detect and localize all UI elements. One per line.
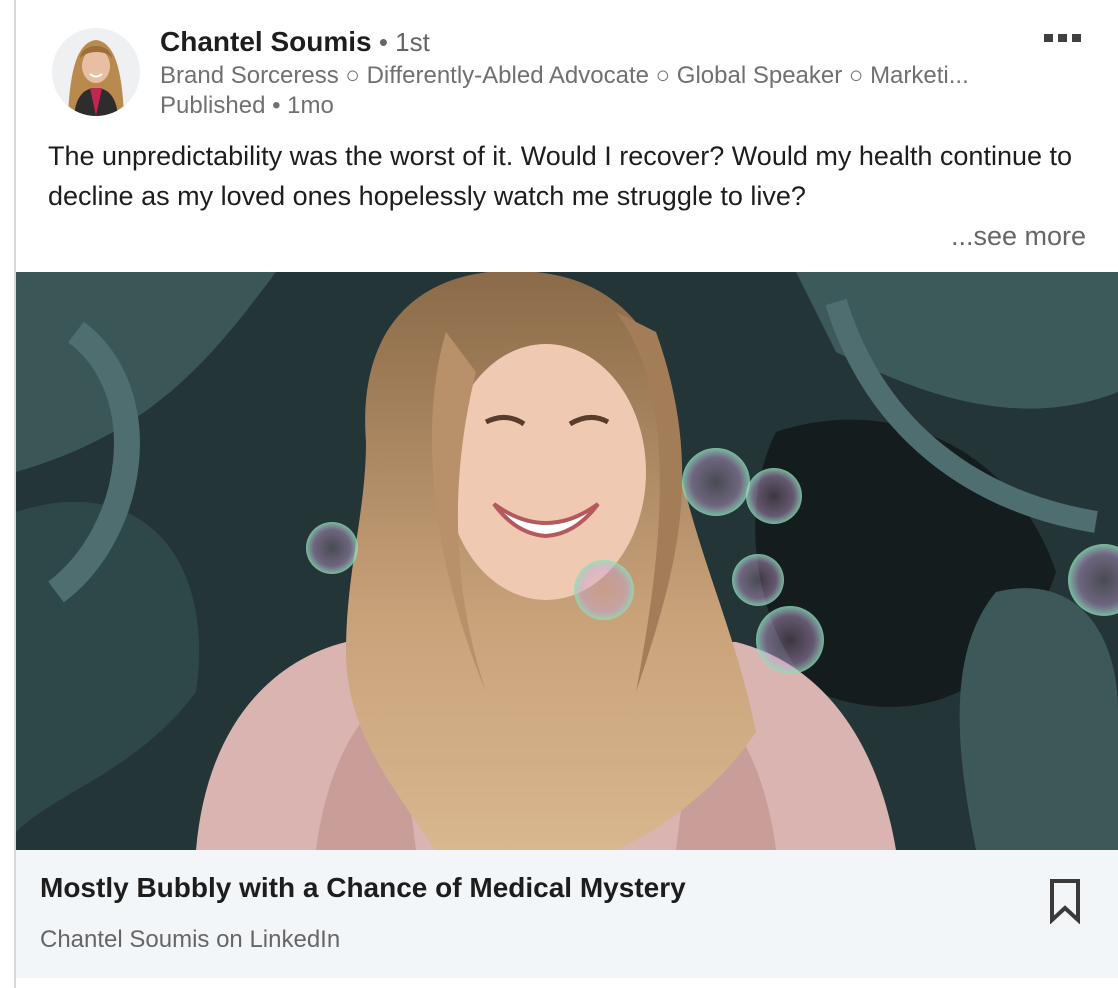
bookmark-icon <box>1050 879 1080 924</box>
connection-degree: • 1st <box>371 27 430 57</box>
feed-post-card: Chantel Soumis • 1st Brand Sorceress ○ D… <box>14 0 1118 988</box>
avatar-photo <box>52 28 140 116</box>
save-article-button[interactable] <box>1048 878 1082 924</box>
article-image[interactable] <box>16 272 1118 850</box>
post-meta: Published • 1mo <box>160 92 334 119</box>
article-title[interactable]: Mostly Bubbly with a Chance of Medical M… <box>40 870 686 906</box>
article-footer[interactable]: Mostly Bubbly with a Chance of Medical M… <box>16 850 1118 978</box>
more-horizontal-icon <box>1044 34 1081 42</box>
author-name[interactable]: Chantel Soumis <box>160 26 372 57</box>
more-options-button[interactable] <box>1038 30 1086 50</box>
author-name-line: Chantel Soumis • 1st <box>160 24 430 60</box>
see-more-link[interactable]: ...see more <box>951 218 1086 254</box>
author-headline: Brand Sorceress ○ Differently-Abled Advo… <box>160 62 969 89</box>
post-header: Chantel Soumis • 1st Brand Sorceress ○ D… <box>16 0 1118 270</box>
article-photo <box>16 272 1118 850</box>
article-source: Chantel Soumis on LinkedIn <box>40 926 341 953</box>
author-avatar[interactable] <box>52 28 140 116</box>
post-body-text: The unpredictability was the worst of it… <box>48 141 1073 211</box>
